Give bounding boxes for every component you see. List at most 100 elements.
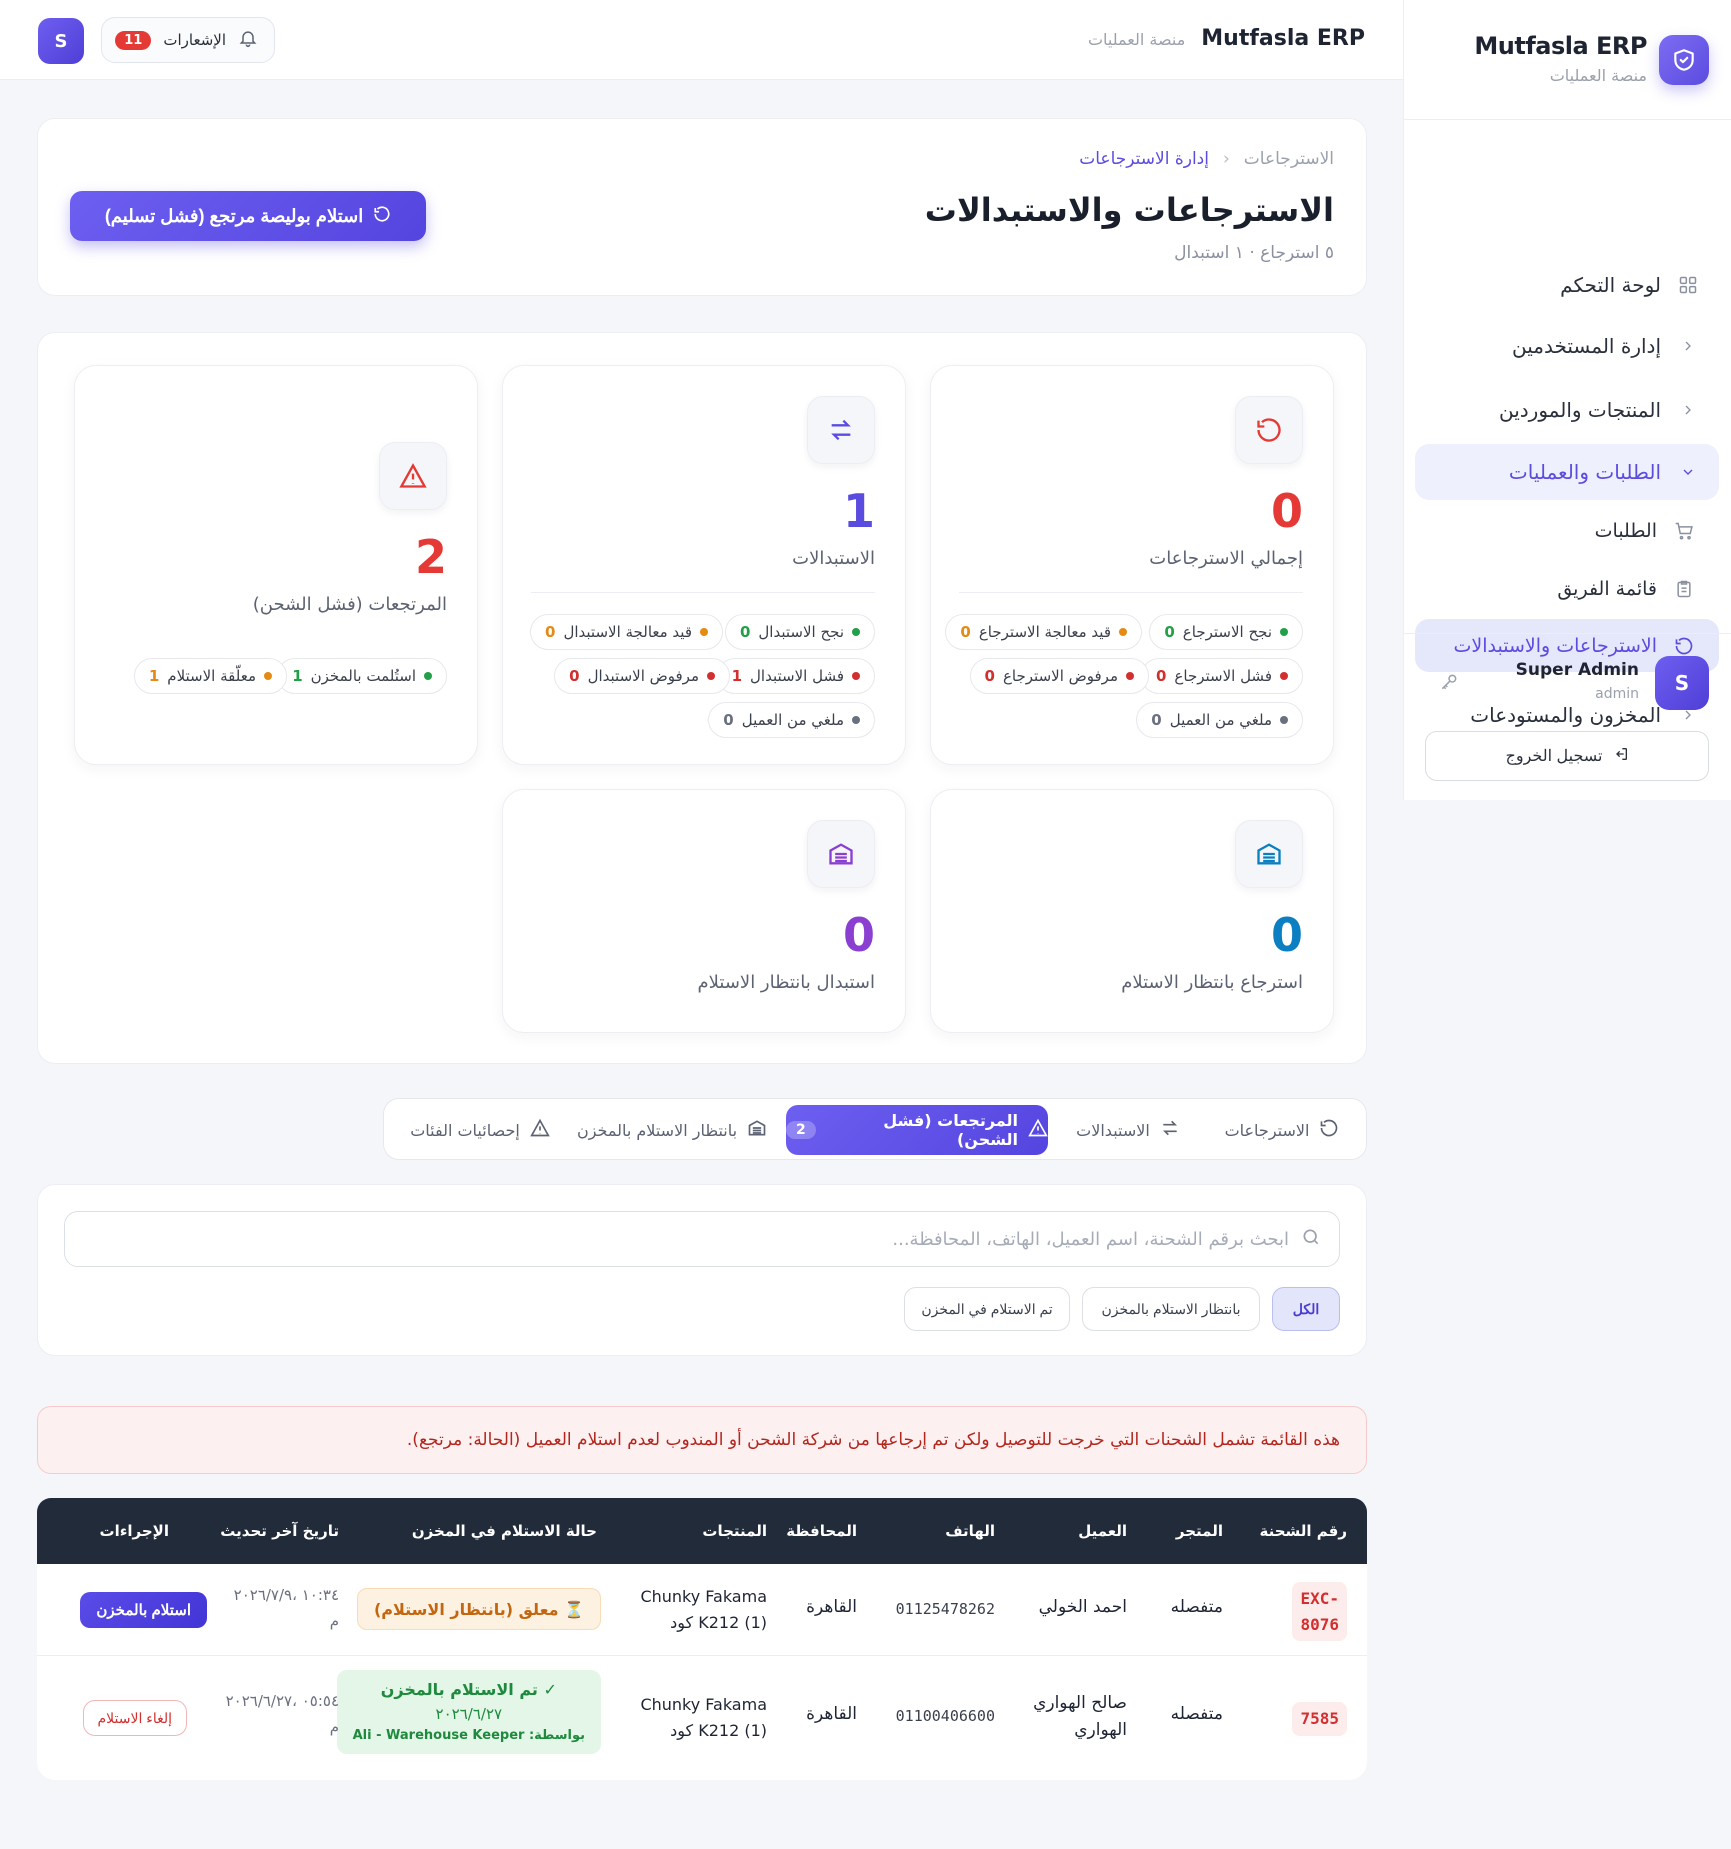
cancel-receipt-button[interactable]: إلغاء الاستلام (82, 1700, 187, 1736)
status-dot (700, 628, 708, 636)
stat-label: الاستبدالات (792, 548, 875, 569)
notifications-button[interactable]: الإشعارات 11 (101, 17, 275, 63)
avatar[interactable]: S (38, 18, 84, 64)
receive-in-warehouse-button[interactable]: استلام بالمخزن (80, 1592, 207, 1628)
shipment-id[interactable]: 7585 (1292, 1702, 1347, 1736)
chip-label: معلّقة الاستلام (167, 667, 256, 685)
stat-label: استبدال بانتظار الاستلام (697, 972, 875, 993)
column-header: المحافظة (786, 1522, 857, 1540)
divider (959, 592, 1303, 593)
status-dot (1119, 628, 1127, 636)
chip-count: 0 (739, 623, 751, 641)
status-dot (707, 672, 715, 680)
rotate-icon (1235, 396, 1303, 464)
sidebar-brand: Mutfasla ERP منصة العمليات (1404, 0, 1731, 120)
column-header: رقم الشحنة (1259, 1522, 1347, 1540)
logout-icon (1613, 746, 1629, 767)
table-row: EXC- 8076 متفصله احمد الخولي 01125478262 … (37, 1564, 1367, 1656)
stat-card-return-pending: 0 استرجاع بانتظار الاستلام (930, 789, 1334, 1033)
key-icon[interactable] (1439, 672, 1459, 696)
stat-label: إجمالي الاسترجاعات (1149, 548, 1303, 569)
tab-failed-shipping[interactable]: المرتجعات (فشل الشحن) 2 (786, 1105, 1048, 1155)
date-period: م (329, 1718, 339, 1737)
actions-cell: إلغاء الاستلام (82, 1700, 187, 1736)
receive-return-policy-button[interactable]: استلام بوليصة مرتجع (فشل تسليم) (70, 191, 426, 241)
stat-value: 2 (414, 530, 447, 584)
chip-count: 1 (731, 667, 743, 685)
sidebar-item-label: الطلبات والعمليات (1508, 460, 1661, 484)
tab-returns[interactable]: الاسترجاعات (1212, 1105, 1352, 1155)
status-cell: ✓ تم الاستلام بالمخزن ٢٠٢٦/٦/٢٧ بواسطة: … (336, 1670, 601, 1755)
sidebar-item-orders-group[interactable]: الطلبات والعمليات (1415, 444, 1719, 500)
column-header: المتجر (1175, 1522, 1223, 1540)
sidebar-item-dashboard[interactable]: لوحة التحكم (1415, 257, 1719, 313)
user-role: admin (1595, 686, 1639, 702)
tab-count-badge: 2 (786, 1121, 816, 1139)
avatar[interactable]: S (1655, 656, 1709, 710)
status-chip: نجح الاستبدال 0 (724, 614, 875, 650)
rotate-icon (1319, 1118, 1339, 1142)
sidebar-item-label: لوحة التحكم (1560, 273, 1661, 297)
stat-value: 1 (842, 484, 875, 538)
breadcrumb-item[interactable]: الاسترجاعات (1244, 149, 1334, 169)
status-chip: قيد معالجة الاسترجاع 0 (945, 614, 1142, 650)
warning-icon (1028, 1118, 1048, 1142)
tabs-bar: الاسترجاعات الاستبدالات المرتجعات (فشل ا… (383, 1098, 1367, 1160)
chip-label: مرفوض الاستبدال (587, 667, 699, 685)
page-subtitle: ٥ استرجاع · ١ استبدال (1174, 243, 1334, 263)
chip-count: 1 (148, 667, 160, 685)
tab-category-stats[interactable]: إحصائيات الفئات (400, 1105, 560, 1155)
column-header: العميل (1078, 1522, 1127, 1540)
column-header: حالة الاستلام في المخزن (411, 1522, 597, 1540)
search-box (64, 1211, 1340, 1267)
chip-label: مرفوض الاسترجاع (1002, 667, 1118, 685)
sidebar-item-label: المنتجات والموردين (1498, 398, 1661, 422)
product-code: K212 (1) كود (670, 1720, 767, 1740)
sidebar-item-users[interactable]: إدارة المستخدمين (1415, 318, 1719, 374)
sidebar-item-orders[interactable]: الطلبات (1415, 506, 1719, 556)
status-dot (1280, 672, 1288, 680)
chip-label: فشل الاستبدال (750, 667, 844, 685)
sidebar-app-subtitle: منصة العمليات (1549, 66, 1647, 85)
chip-count: 0 (723, 711, 734, 729)
chip-label: نجح الاسترجاع (1182, 623, 1272, 641)
dashboard-icon (1675, 272, 1701, 298)
customer-cell: احمد الخولي (1038, 1597, 1127, 1617)
filter-pending-button[interactable]: بانتظار الاستلام بالمخزن (1082, 1287, 1260, 1331)
logout-button[interactable]: تسجيل الخروج (1425, 731, 1709, 781)
sidebar-item-products[interactable]: المنتجات والموردين (1415, 382, 1719, 438)
status-chip: ملغي من العميل 0 (708, 702, 875, 738)
tab-exchanges[interactable]: الاستبدالات (1058, 1105, 1198, 1155)
tab-warehouse-pending[interactable]: بانتظار الاستلام بالمخزن (572, 1105, 772, 1155)
breadcrumb-current[interactable]: إدارة الاسترجاعات (1079, 149, 1209, 169)
page-header: الاسترجاعات ‹ إدارة الاسترجاعات الاسترجا… (37, 118, 1367, 296)
status-chip: فشل الاسترجاع 0 (1140, 658, 1303, 694)
stats-panel: 0 إجمالي الاسترجاعات نجح الاسترجاع 0 قيد … (37, 332, 1367, 1064)
search-input[interactable] (83, 1228, 1289, 1250)
status-cell: ⏳ معلق (بانتظار الاستلام) (356, 1588, 601, 1630)
products-cell: Chunky Fakama K212 (1) كود (640, 1584, 767, 1635)
notifications-count-badge: 11 (115, 30, 152, 50)
clipboard-icon (1671, 576, 1697, 602)
filter-received-button[interactable]: تم الاستلام في المخزن (904, 1287, 1070, 1331)
swap-icon (807, 396, 875, 464)
customer-cell: صالح الهواري الهواري (1033, 1690, 1127, 1744)
sidebar: Mutfasla ERP منصة العمليات لوحة التحكم إ… (1403, 0, 1731, 800)
stat-card-returns: 0 إجمالي الاسترجاعات نجح الاسترجاع 0 قيد … (930, 365, 1334, 765)
column-header: المنتجات (702, 1522, 767, 1540)
shipment-id[interactable]: EXC- 8076 (1292, 1582, 1347, 1642)
filter-all-button[interactable]: الكل (1272, 1287, 1340, 1331)
table-row: 7585 متفصله صالح الهواري الهواري 0110040… (37, 1656, 1367, 1780)
topbar-brand: Mutfasla ERP منصة العمليات (1088, 26, 1365, 51)
stat-value: 0 (1270, 484, 1303, 538)
actions-cell: استلام بالمخزن (80, 1592, 207, 1628)
chip-count: 0 (545, 623, 556, 641)
chip-label: قيد معالجة الاسترجاع (978, 623, 1111, 641)
table-header: رقم الشحنة المتجر العميل الهاتف المحافظة… (37, 1498, 1367, 1564)
chip-count: 1 (292, 667, 303, 685)
sidebar-item-label: قائمة الفريق (1557, 578, 1657, 600)
shipment-id-line2: 8076 (1300, 1614, 1339, 1634)
customer-line: الهواري (1074, 1720, 1127, 1741)
shipment-id-line1: 7585 (1292, 1702, 1347, 1736)
sidebar-item-team-list[interactable]: قائمة الفريق (1415, 564, 1719, 614)
